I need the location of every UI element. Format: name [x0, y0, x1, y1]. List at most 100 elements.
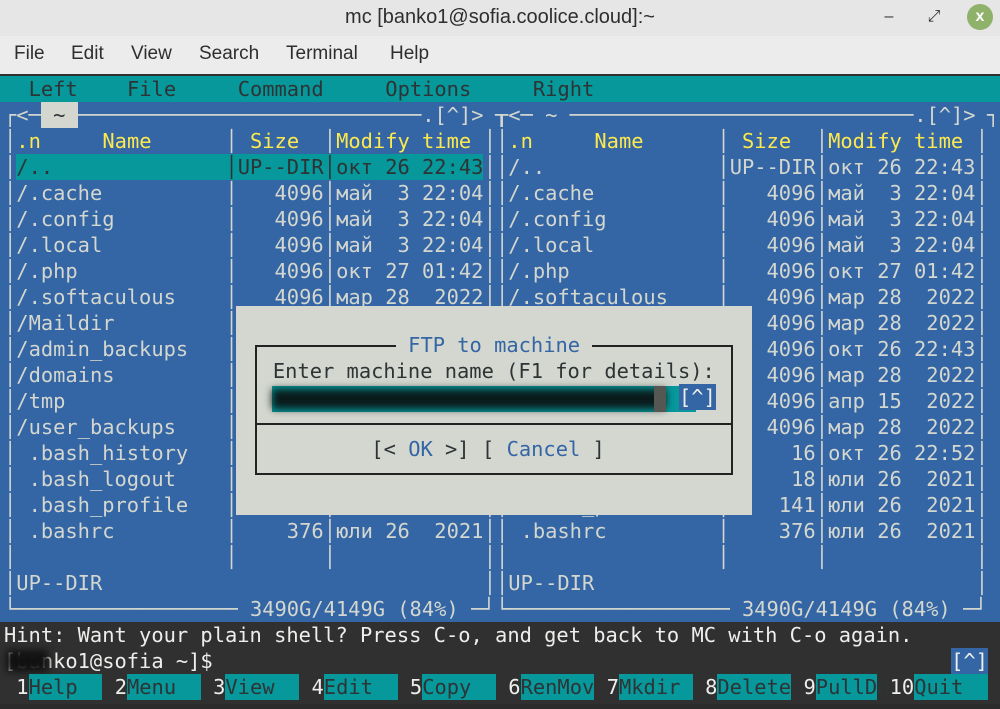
left-file-time: май 3 22:04 [336, 207, 484, 231]
right-header-time[interactable]: Modify time [828, 128, 963, 154]
left-file-size: 376 [237, 519, 324, 543]
right-file-time: мар 28 2022 [828, 363, 976, 387]
right-border-right: │ [975, 415, 988, 439]
left-file-name[interactable]: /Maildir [16, 310, 114, 336]
right-col-sep: │ [815, 467, 829, 491]
left-file-name[interactable]: /.php [16, 258, 77, 284]
left-history-button[interactable]: .[^]> [422, 102, 483, 128]
left-file-name[interactable]: /user_backups [16, 414, 176, 440]
terminal-area[interactable]: Left File Command Options Right ┌<─ ─────────… [0, 74, 1000, 704]
left-file-name[interactable]: .bashrc [16, 518, 115, 544]
right-border-left: │ [496, 259, 509, 283]
fkey-quit-button[interactable]: Quit [914, 674, 988, 700]
right-free-space: 3490G/4149G (84%) [729, 596, 963, 622]
close-button[interactable]: x [967, 4, 993, 30]
fkey-view-button[interactable]: View [225, 674, 300, 700]
redaction-blur [6, 650, 48, 672]
left-border-left: │ [4, 545, 17, 569]
right-file-time: мар 28 2022 [828, 285, 976, 309]
left-file-name[interactable]: .bash_logout [16, 466, 176, 492]
menu-view[interactable]: View [131, 43, 172, 65]
right-file-time: окт 26 22:43 [828, 337, 976, 361]
prompt-history-button[interactable]: [^] [951, 648, 988, 674]
right-sort-indicator[interactable]: .n [508, 128, 533, 154]
left-file-time: окт 26 22:43 [336, 155, 484, 179]
menu-file[interactable]: File [14, 43, 45, 65]
mc-menu-right[interactable]: Right [533, 76, 594, 102]
left-border-right: │ [483, 207, 496, 231]
right-file-name[interactable]: .bashrc [508, 518, 607, 544]
right-col-sep: │ [815, 493, 829, 517]
fkey-mkdir-button[interactable]: Mkdir [619, 674, 693, 700]
mc-menu-left[interactable]: Left [29, 76, 78, 102]
fkey-number: 5 [409, 675, 423, 699]
left-sort-indicator[interactable]: .n [16, 128, 41, 154]
left-file-name[interactable]: /.config [16, 206, 114, 232]
fkey-pulldn-button[interactable]: PullDn [815, 674, 889, 700]
fkey-renmov-button[interactable]: RenMov [520, 674, 595, 700]
right-col-sep: │ [815, 233, 829, 257]
left-file-name[interactable]: /tmp [16, 388, 65, 414]
right-col-sep: │ [815, 441, 829, 465]
minimize-button[interactable]: ‒ [876, 4, 902, 30]
menu-edit[interactable]: Edit [71, 43, 104, 65]
right-panel-path[interactable]: ~ [533, 102, 570, 128]
right-header-name[interactable]: Name [594, 128, 643, 154]
fkey-menu-button[interactable]: Menu [127, 674, 201, 700]
right-col-sep: │ [815, 519, 829, 543]
left-border-right: │ [483, 233, 496, 257]
fkey-delete-button[interactable]: Delete [717, 674, 792, 700]
maximize-button[interactable]: ⤢ [921, 4, 947, 30]
left-file-name[interactable]: /domains [16, 362, 114, 388]
right-border-right: │ [975, 493, 988, 517]
left-file-name[interactable]: /admin_backups [16, 336, 188, 362]
window-titlebar: mc [banko1@sofia.coolice.cloud]:~ ‒ ⤢ x [0, 0, 1000, 36]
right-file-name[interactable]: /.local [508, 232, 594, 258]
fkey-number: 1 [16, 675, 29, 699]
menu-terminal[interactable]: Terminal [286, 43, 358, 65]
right-file-time: май 3 22:04 [828, 233, 976, 257]
left-header-size[interactable]: Size [250, 128, 299, 154]
left-file-size: 4096 [237, 233, 324, 257]
ok-hotkey: OK [408, 436, 433, 462]
left-file-name[interactable]: /.local [16, 232, 102, 258]
mc-menu-options[interactable]: Options [385, 76, 471, 102]
left-header-name[interactable]: Name [102, 128, 151, 154]
left-file-name[interactable]: /.cache [16, 180, 102, 206]
left-header-time[interactable]: Modify time [336, 128, 471, 154]
right-history-button[interactable]: .[^]> [914, 102, 975, 128]
right-file-name[interactable]: /.php [508, 258, 569, 284]
input-history-button[interactable]: [^] [679, 384, 716, 410]
left-col-sep: │ [323, 155, 337, 179]
right-file-time: апр 15 2022 [828, 389, 976, 413]
right-file-time: мар 28 2022 [828, 311, 976, 335]
right-border-right: │ [975, 311, 988, 335]
fkey-edit-button[interactable]: Edit [323, 674, 398, 700]
right-col-sep: │ [815, 311, 829, 335]
right-border-right: │ [975, 285, 988, 309]
right-header-size[interactable]: Size [742, 128, 791, 154]
menu-search[interactable]: Search [199, 43, 259, 65]
fkey-copy-button[interactable]: Copy [422, 674, 496, 700]
fkey-number: 10 [889, 675, 915, 699]
fkey-help-button[interactable]: Help [28, 674, 103, 700]
mc-menu-command[interactable]: Command [238, 76, 324, 102]
left-file-time: май 3 22:04 [336, 233, 484, 257]
left-file-name[interactable]: .bash_profile [16, 492, 189, 518]
fkey-number: 7 [606, 675, 619, 699]
left-col-sep: │ [225, 181, 238, 205]
left-file-name[interactable]: /.softaculous [16, 284, 176, 310]
menu-help[interactable]: Help [390, 43, 429, 65]
fkey-number: 8 [705, 675, 718, 699]
right-file-name[interactable]: /.. [508, 154, 545, 180]
left-file-name[interactable]: /.. [16, 154, 53, 180]
left-border-left: │ [4, 207, 17, 231]
left-file-size: UP--DIR [237, 155, 324, 179]
left-panel-path[interactable]: ~ [40, 102, 78, 128]
mc-menu-file[interactable]: File [127, 76, 176, 102]
left-col-sep: │ [323, 519, 337, 543]
right-file-name[interactable]: /.config [508, 206, 606, 232]
right-file-name[interactable]: /.cache [508, 180, 594, 206]
left-col-sep: │ [225, 233, 238, 257]
left-file-name[interactable]: .bash_history [16, 440, 189, 466]
